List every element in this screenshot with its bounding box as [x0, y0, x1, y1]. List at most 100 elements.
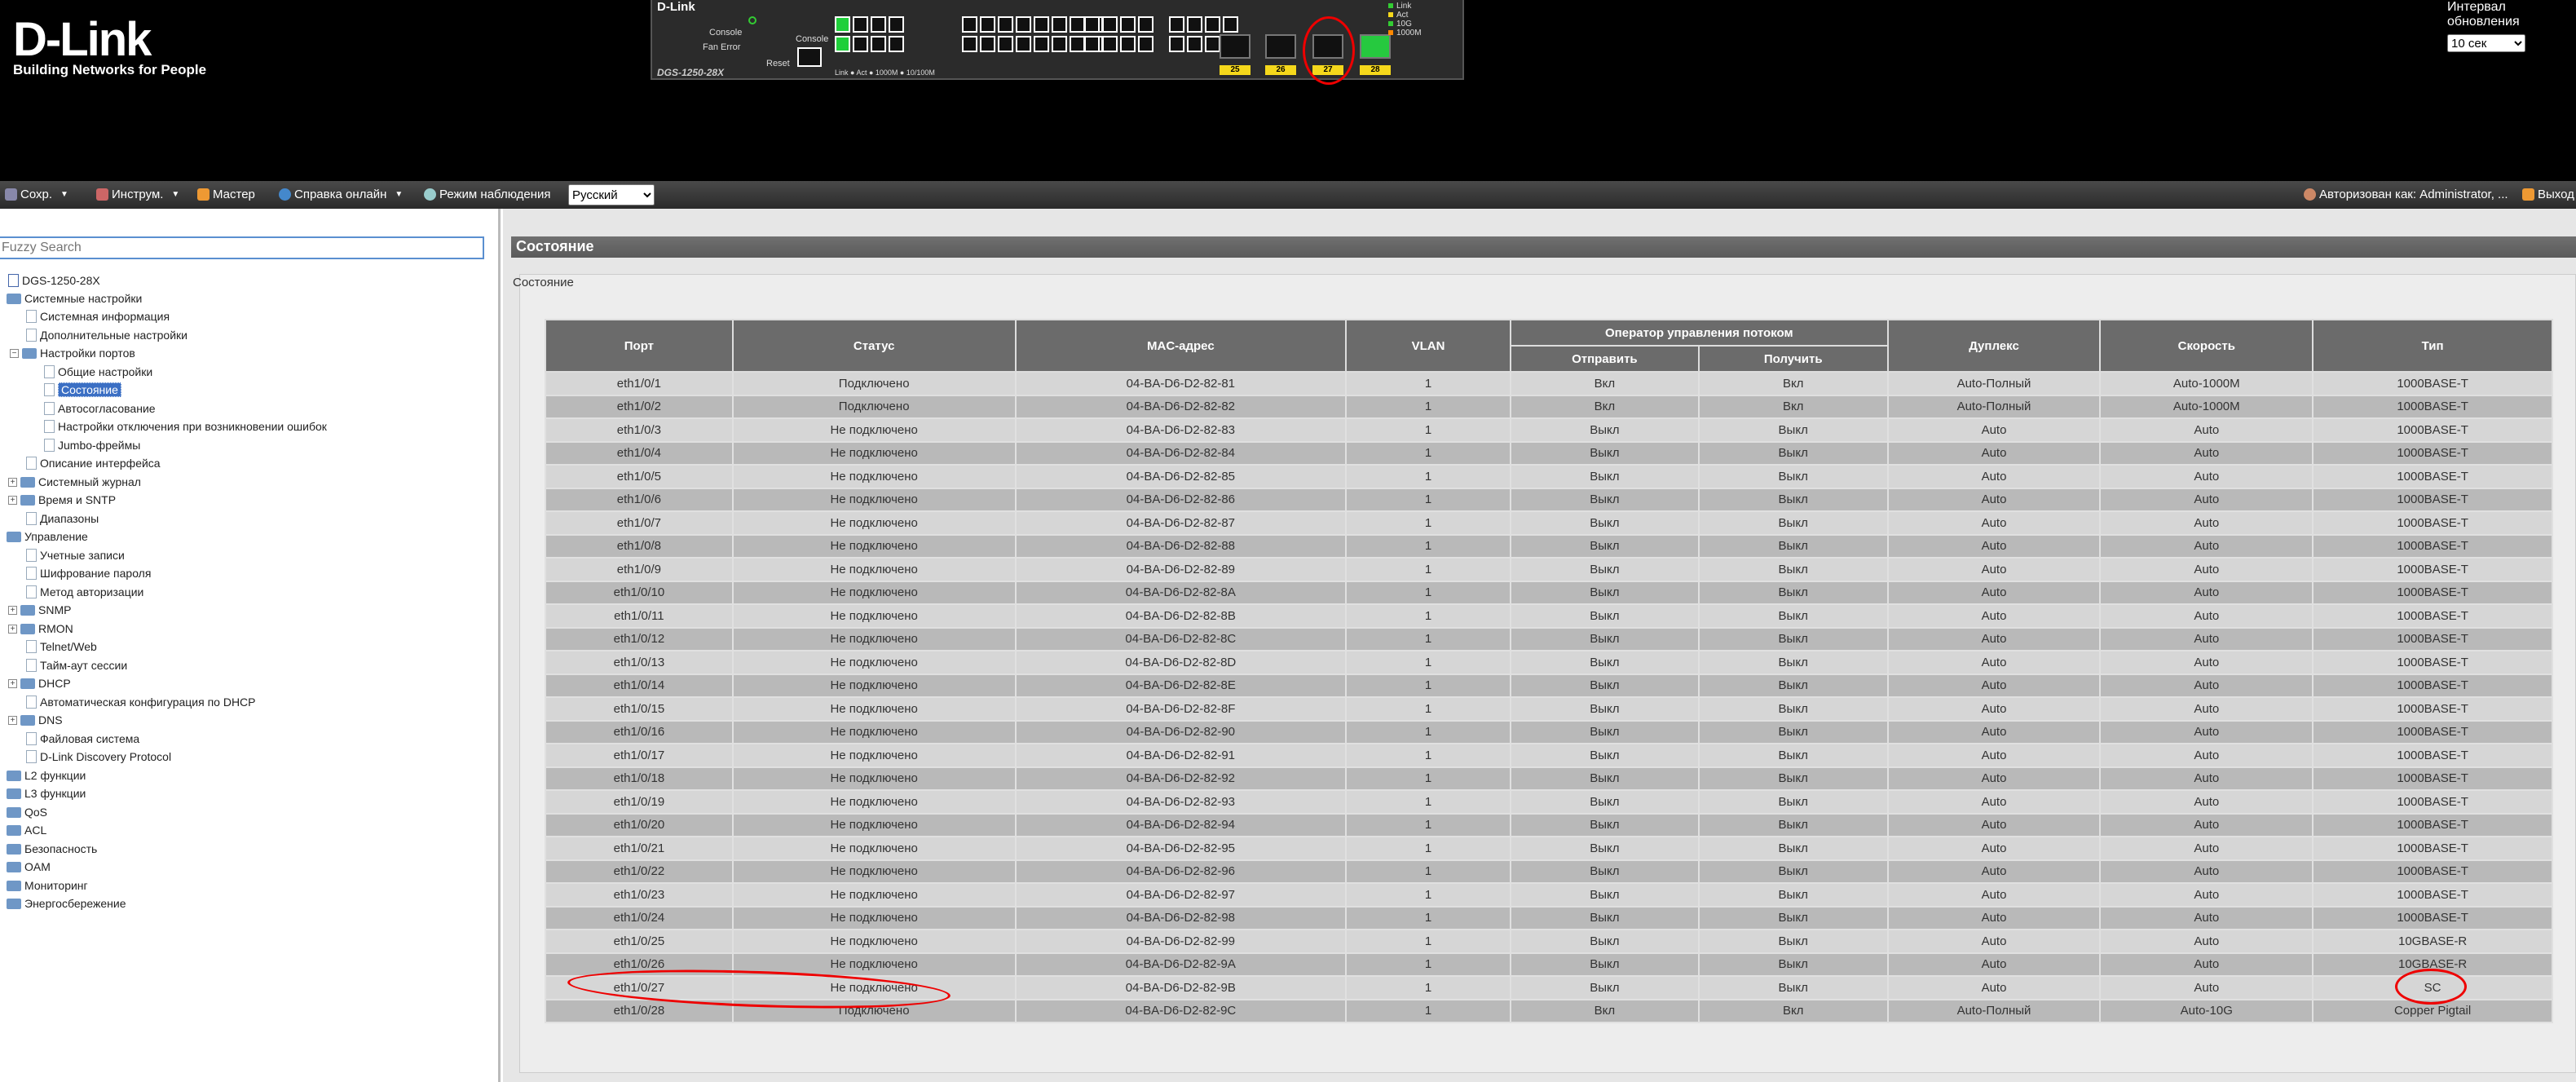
- tree-auth-method[interactable]: Метод авторизации: [26, 584, 143, 600]
- table-cell: Выкл: [1697, 812, 1889, 837]
- table-cell: Выкл: [1509, 626, 1700, 651]
- table-cell: Auto: [2099, 952, 2314, 977]
- sfp-port-25[interactable]: [1220, 34, 1251, 59]
- port-led-10[interactable]: [962, 36, 977, 52]
- save-menu[interactable]: Сохр. ▼: [5, 188, 68, 201]
- tree-interface-description[interactable]: Описание интерфейса: [26, 455, 161, 471]
- toolbar: Сохр. ▼ Инструм. ▼ Мастер Справка онлайн ▼ …: [0, 181, 2576, 209]
- table-row: eth1/0/16 Не подключено 04-BA-D6-D2-82-90 1…: [545, 719, 2553, 744]
- expand-icon[interactable]: +: [8, 477, 17, 487]
- table-cell: Не подключено: [731, 882, 1017, 908]
- table-cell: 1000BASE-T: [2312, 626, 2553, 651]
- tree-status-selected[interactable]: Состояние: [44, 382, 121, 398]
- port-led-5[interactable]: [871, 16, 886, 33]
- tree-l2-functions[interactable]: L2 функции: [7, 767, 86, 784]
- table-cell: Не подключено: [731, 905, 1017, 930]
- port-led-16[interactable]: [1016, 36, 1031, 52]
- tree-password-encryption[interactable]: Шифрование пароля: [26, 565, 151, 581]
- wizard-button[interactable]: Мастер: [197, 188, 255, 201]
- tree-accounts[interactable]: Учетные записи: [26, 547, 125, 563]
- table-cell: 1: [1345, 789, 1511, 815]
- fan-error-label: Fan Error: [703, 42, 741, 52]
- table-cell: Вкл: [1697, 371, 1889, 396]
- port-led-15[interactable]: [1016, 16, 1031, 33]
- port-led-4[interactable]: [853, 36, 868, 52]
- expand-icon[interactable]: +: [8, 715, 17, 725]
- tree-system-info[interactable]: Системная информация: [26, 308, 170, 325]
- tree-dns[interactable]: + DNS: [8, 712, 63, 728]
- table-row: eth1/0/19 Не подключено 04-BA-D6-D2-82-93 1…: [545, 789, 2553, 815]
- tree-security[interactable]: Безопасность: [7, 841, 97, 857]
- table-cell: Не подключено: [731, 812, 1017, 837]
- tree-telnet-web[interactable]: Telnet/Web: [26, 638, 97, 655]
- expand-icon[interactable]: +: [8, 624, 17, 634]
- port-led-2[interactable]: [835, 36, 850, 52]
- tree-session-timeout[interactable]: Тайм-аут сессии: [26, 657, 127, 673]
- fuzzy-search-input[interactable]: [0, 236, 484, 259]
- tree-error-disable[interactable]: Настройки отключения при возникновении о…: [44, 418, 327, 435]
- tree-oam[interactable]: OAM: [7, 859, 51, 875]
- port-led-6[interactable]: [871, 36, 886, 52]
- port-led-1[interactable]: [835, 16, 850, 33]
- tree-rmon[interactable]: + RMON: [8, 620, 73, 637]
- port-led-18[interactable]: [1034, 36, 1049, 52]
- language-select[interactable]: Русский: [568, 184, 655, 205]
- port-led-13[interactable]: [998, 16, 1013, 33]
- tree-acl[interactable]: ACL: [7, 822, 46, 838]
- tree-port-settings[interactable]: − Настройки портов: [10, 345, 135, 361]
- monitor-mode-button[interactable]: Режим наблюдения: [424, 188, 551, 201]
- port-led-21[interactable]: [1070, 16, 1085, 33]
- expand-icon[interactable]: +: [8, 605, 17, 615]
- port-led-17[interactable]: [1034, 16, 1049, 33]
- table-cell: 1000BASE-T: [2312, 580, 2553, 605]
- port-led-11[interactable]: [980, 16, 995, 33]
- port-led-9[interactable]: [962, 16, 977, 33]
- tree-file-system[interactable]: Файловая система: [26, 731, 139, 747]
- tree-autonegotiation[interactable]: Автосогласование: [44, 400, 156, 417]
- table-row: eth1/0/23 Не подключено 04-BA-D6-D2-82-97 1…: [545, 882, 2553, 908]
- port-led-14[interactable]: [998, 36, 1013, 52]
- table-cell: Выкл: [1509, 557, 1700, 582]
- port-led-22[interactable]: [1070, 36, 1085, 52]
- sfp-port-28[interactable]: [1360, 34, 1391, 59]
- tools-menu[interactable]: Инструм. ▼: [96, 188, 179, 201]
- tree-ddp[interactable]: D-Link Discovery Protocol: [26, 749, 171, 765]
- tree-advanced-settings[interactable]: Дополнительные настройки: [26, 327, 187, 343]
- collapse-icon[interactable]: −: [10, 348, 19, 358]
- folder-icon: [7, 788, 21, 799]
- tree-l3-functions[interactable]: L3 функции: [7, 785, 86, 802]
- tree-jumbo-frames[interactable]: Jumbo-фреймы: [44, 437, 140, 453]
- table-cell: 1: [1345, 975, 1511, 1000]
- help-menu[interactable]: Справка онлайн ▼: [279, 188, 403, 201]
- tree-ranges[interactable]: Диапазоны: [26, 510, 99, 527]
- tree-system-log[interactable]: + Системный журнал: [8, 474, 141, 490]
- expand-icon[interactable]: +: [8, 495, 17, 505]
- refresh-select[interactable]: 10 сек: [2447, 34, 2525, 52]
- tree-time-sntp[interactable]: + Время и SNTP: [8, 492, 116, 508]
- tree-dhcp-autoconfig[interactable]: Автоматическая конфигурация по DHCP: [26, 694, 256, 710]
- expand-icon[interactable]: +: [8, 678, 17, 688]
- tree-device-root[interactable]: DGS-1250-28X: [8, 272, 100, 289]
- tree-monitoring[interactable]: Мониторинг: [7, 877, 88, 894]
- tree-management[interactable]: Управление: [7, 528, 88, 545]
- port-led-20[interactable]: [1052, 36, 1067, 52]
- port-led-8[interactable]: [889, 36, 904, 52]
- tree-snmp[interactable]: + SNMP: [8, 602, 71, 618]
- port-led-3[interactable]: [853, 16, 868, 33]
- col-type: Тип: [2312, 319, 2553, 373]
- table-cell: Auto: [1886, 440, 2102, 466]
- tree-general-settings[interactable]: Общие настройки: [44, 364, 152, 380]
- port-led-12[interactable]: [980, 36, 995, 52]
- table-row: eth1/0/15 Не подключено 04-BA-D6-D2-82-8F 1…: [545, 696, 2553, 722]
- table-cell: Выкл: [1509, 789, 1700, 815]
- tree-power-saving[interactable]: Энергосбережение: [7, 895, 126, 912]
- tree-system-settings[interactable]: Системные настройки: [7, 290, 142, 307]
- logout-button[interactable]: Выход: [2522, 188, 2574, 201]
- port-led-7[interactable]: [889, 16, 904, 33]
- tree-qos[interactable]: QoS: [7, 804, 47, 820]
- tree-dhcp[interactable]: + DHCP: [8, 675, 71, 691]
- folder-icon: [20, 623, 35, 634]
- sfp-port-26[interactable]: [1265, 34, 1296, 59]
- table-cell: Auto: [1886, 603, 2102, 629]
- port-led-19[interactable]: [1052, 16, 1067, 33]
